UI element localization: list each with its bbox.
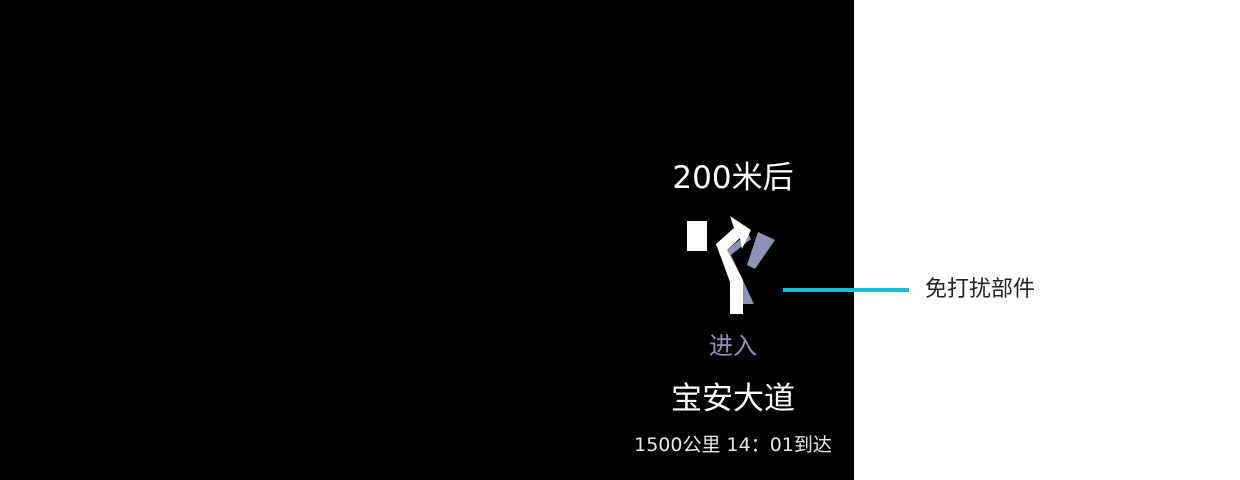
secondary-road-arm <box>747 232 775 269</box>
callout-line <box>783 288 909 292</box>
navigation-screen: 200米后 进入 宝安大道 1500公里 14：01到达 <box>0 0 854 480</box>
fork-left-icon <box>687 216 775 314</box>
distance-label: 200米后 <box>672 160 794 196</box>
arrow-head-block <box>687 221 707 251</box>
screenshot-canvas: 200米后 进入 宝安大道 1500公里 14：01到达 免打扰部件 <box>0 0 1240 480</box>
action-label: 进入 <box>709 332 757 360</box>
do-not-disturb-widget[interactable]: 200米后 进入 宝安大道 1500公里 14：01到达 <box>632 150 834 470</box>
road-name: 宝安大道 <box>671 381 795 417</box>
eta-label: 1500公里 14：01到达 <box>634 434 832 456</box>
callout-label: 免打扰部件 <box>925 277 1036 302</box>
